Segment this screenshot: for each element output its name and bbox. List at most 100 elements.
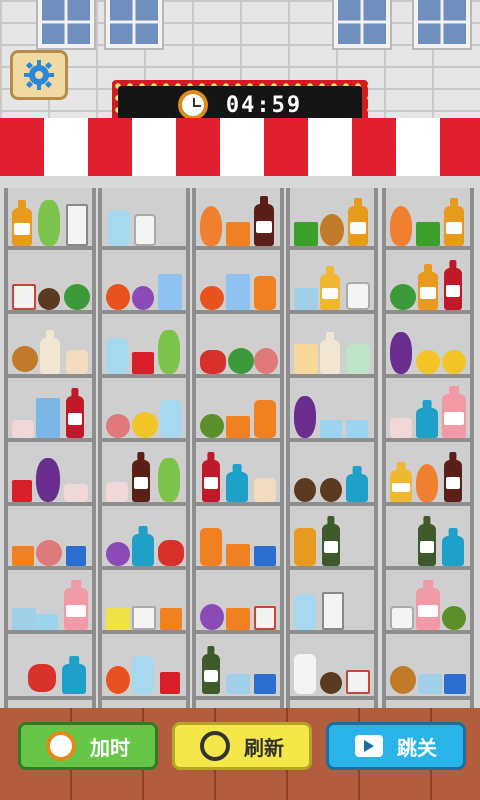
jam-jar-item[interactable]	[200, 528, 222, 566]
settings-button[interactable]	[10, 50, 68, 100]
fish-item[interactable]	[200, 350, 226, 374]
pear-item[interactable]	[38, 200, 60, 246]
bubble-tea-item[interactable]	[66, 350, 88, 374]
milk-carton-blue-item[interactable]	[36, 398, 60, 438]
grapes-item[interactable]	[200, 604, 224, 630]
yogurt-drink-item[interactable]	[346, 344, 370, 374]
refresh-button[interactable]: 刷新	[172, 722, 312, 770]
milk-bottle-item[interactable]	[294, 654, 316, 694]
snack-box-item[interactable]	[294, 344, 318, 374]
eggplant-item[interactable]	[36, 458, 60, 502]
eggplant-item[interactable]	[390, 332, 412, 374]
juice-bottle-item[interactable]	[320, 274, 340, 310]
tea-box-item[interactable]	[294, 222, 318, 246]
carrot-item[interactable]	[416, 464, 438, 502]
cookie-box-item[interactable]	[12, 608, 36, 630]
snack-bag-item[interactable]	[444, 674, 466, 694]
spray-bottle-item[interactable]	[442, 536, 464, 566]
sauce-jar-item[interactable]	[320, 672, 342, 694]
shrimp-item[interactable]	[200, 286, 224, 310]
yogurt-drink-item[interactable]	[132, 656, 154, 694]
meat-item[interactable]	[36, 540, 62, 566]
snack-bag-item[interactable]	[254, 674, 276, 694]
detergent-bottle-item[interactable]	[62, 664, 86, 694]
soda-can-item[interactable]	[132, 352, 154, 374]
yogurt-cup-item[interactable]	[390, 418, 412, 438]
yogurt-drink-item[interactable]	[106, 338, 128, 374]
tissue-roll-item[interactable]	[134, 214, 156, 246]
chicken-leg-item[interactable]	[12, 346, 38, 372]
yogurt-drink-item[interactable]	[108, 210, 130, 246]
add-time-button[interactable]: 加时	[18, 722, 158, 770]
broccoli-item[interactable]	[390, 284, 416, 310]
yogurt-drink-item[interactable]	[160, 400, 182, 438]
chips-bag-item[interactable]	[12, 546, 34, 566]
ketchup-bottle-item[interactable]	[66, 396, 84, 438]
sauce-jar-item[interactable]	[38, 288, 60, 310]
salt-jar-item[interactable]	[12, 284, 36, 310]
sauce-jar-item[interactable]	[320, 478, 342, 502]
chicken-leg-item[interactable]	[390, 666, 416, 694]
juice-bottle-item[interactable]	[444, 206, 464, 246]
snack-bag-item[interactable]	[254, 546, 276, 566]
skip-level-button[interactable]: 跳关	[326, 722, 466, 770]
grapes-item[interactable]	[132, 286, 154, 310]
pear-item[interactable]	[158, 330, 180, 374]
milk-box-item[interactable]	[36, 614, 58, 630]
juice-bottle-item[interactable]	[12, 208, 32, 246]
chips-bag-item[interactable]	[226, 608, 250, 630]
detergent-bottle-item[interactable]	[226, 472, 248, 502]
avocado-item[interactable]	[442, 606, 466, 630]
soda-can-item[interactable]	[12, 480, 32, 502]
snack-box-item[interactable]	[132, 606, 156, 630]
bubble-tea-item[interactable]	[254, 478, 276, 502]
milk-box-item[interactable]	[346, 420, 368, 438]
cola-bottle-item[interactable]	[254, 204, 274, 246]
chips-bag-item[interactable]	[226, 544, 250, 566]
milk-bottle-item[interactable]	[40, 338, 60, 374]
grapes-item[interactable]	[106, 542, 130, 566]
cookie-box-item[interactable]	[226, 674, 250, 694]
wine-bottle-item[interactable]	[202, 654, 220, 694]
sauce-jar-item[interactable]	[294, 478, 316, 502]
milk-box-item[interactable]	[320, 420, 342, 438]
spray-bottle-item[interactable]	[346, 474, 368, 502]
pineapple-item[interactable]	[132, 412, 158, 438]
chicken-leg-item[interactable]	[320, 214, 344, 246]
juice-bottle-item[interactable]	[390, 470, 412, 502]
avocado-item[interactable]	[200, 414, 224, 438]
ketchup-bottle-item[interactable]	[202, 460, 220, 502]
fish-item[interactable]	[158, 540, 184, 566]
pink-bottle-item[interactable]	[442, 394, 466, 438]
juice-bottle-item[interactable]	[348, 206, 368, 246]
yogurt-cup-item[interactable]	[64, 484, 88, 502]
shrimp-item[interactable]	[106, 666, 130, 694]
broccoli-item[interactable]	[228, 348, 254, 374]
jam-jar-item[interactable]	[294, 528, 316, 566]
meat-item[interactable]	[254, 348, 278, 374]
salt-jar-item[interactable]	[346, 670, 370, 694]
cracker-box-item[interactable]	[106, 608, 130, 630]
cookie-box-item[interactable]	[294, 288, 318, 310]
salt-jar-item[interactable]	[254, 606, 276, 630]
chips-bag-item[interactable]	[160, 608, 182, 630]
eggplant-item[interactable]	[294, 396, 316, 438]
milk-carton-item[interactable]	[322, 592, 344, 630]
tea-box-item[interactable]	[416, 222, 440, 246]
wine-bottle-item[interactable]	[322, 524, 340, 566]
pineapple-item[interactable]	[416, 350, 440, 374]
fish-item[interactable]	[28, 664, 56, 692]
chips-bag-item[interactable]	[226, 416, 250, 438]
pear-item[interactable]	[158, 458, 180, 502]
tissue-roll-item[interactable]	[346, 282, 370, 310]
carrot-item[interactable]	[200, 206, 222, 246]
jam-jar-item[interactable]	[254, 276, 276, 310]
yogurt-cup-item[interactable]	[106, 482, 128, 502]
carrot-item[interactable]	[390, 206, 412, 246]
juice-bottle-item[interactable]	[418, 272, 438, 310]
pink-bottle-item[interactable]	[64, 588, 88, 630]
cola-bottle-item[interactable]	[132, 460, 150, 502]
shrimp-item[interactable]	[106, 284, 130, 310]
cookie-box-item[interactable]	[418, 674, 442, 694]
tissue-roll-item[interactable]	[390, 606, 414, 630]
